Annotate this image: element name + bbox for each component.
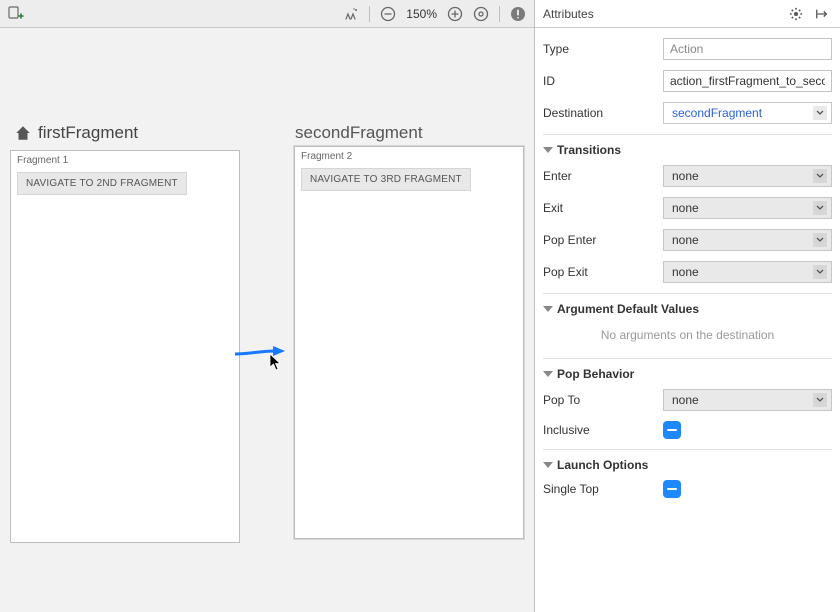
zoom-level-text: 150% — [404, 7, 439, 21]
canvas-toolbar: 150% — [0, 0, 534, 28]
zoom-out-button[interactable] — [378, 4, 398, 24]
errors-button[interactable] — [508, 4, 528, 24]
singletop-label: Single Top — [543, 482, 663, 496]
pop-exit-value: none — [672, 265, 699, 279]
pop-enter-value: none — [672, 233, 699, 247]
popto-value: none — [672, 393, 699, 407]
chevron-down-icon — [813, 265, 827, 279]
zoom-fit-button[interactable] — [471, 4, 491, 24]
type-field — [663, 38, 832, 60]
pop-enter-label: Pop Enter — [543, 233, 663, 247]
add-destination-button[interactable] — [6, 4, 26, 24]
action-arrow[interactable] — [235, 344, 295, 364]
transitions-section[interactable]: Transitions — [543, 143, 832, 157]
fragment-node-second[interactable]: Fragment 2 NAVIGATE TO 3RD FRAGMENT — [294, 146, 524, 539]
exit-dropdown[interactable]: none — [663, 197, 832, 219]
chevron-down-icon — [813, 201, 827, 215]
fragment-node-first[interactable]: Fragment 1 NAVIGATE TO 2ND FRAGMENT — [10, 150, 240, 543]
settings-icon[interactable] — [786, 4, 806, 24]
launch-head-text: Launch Options — [557, 458, 648, 472]
popbeh-section[interactable]: Pop Behavior — [543, 367, 832, 381]
exit-label: Exit — [543, 201, 663, 215]
second-fragment-title-text: secondFragment — [295, 123, 423, 143]
attributes-panel: Attributes Type ID Destination — [535, 0, 840, 612]
home-icon — [14, 124, 32, 142]
enter-dropdown[interactable]: none — [663, 165, 832, 187]
no-arguments-text: No arguments on the destination — [543, 324, 832, 348]
triangle-down-icon — [543, 147, 553, 153]
triangle-down-icon — [543, 306, 553, 312]
nav-editor-canvas[interactable]: 150% firstFragment s — [0, 0, 535, 612]
first-fragment-title-text: firstFragment — [38, 123, 138, 143]
launch-section[interactable]: Launch Options — [543, 458, 832, 472]
chevron-down-icon — [813, 233, 827, 247]
type-label: Type — [543, 42, 663, 56]
id-field[interactable] — [663, 70, 832, 92]
cursor-icon — [269, 353, 283, 371]
argdef-section[interactable]: Argument Default Values — [543, 302, 832, 316]
chevron-down-icon — [813, 393, 827, 407]
design-surface[interactable]: firstFragment secondFragment Fragment 1 … — [0, 28, 534, 612]
transitions-head-text: Transitions — [557, 143, 621, 157]
argdef-head-text: Argument Default Values — [557, 302, 699, 316]
popto-dropdown[interactable]: none — [663, 389, 832, 411]
minimize-panel-button[interactable] — [812, 4, 832, 24]
destination-dropdown[interactable]: secondFragment — [663, 102, 832, 124]
chevron-down-icon — [813, 169, 827, 183]
exit-value: none — [672, 201, 699, 215]
popbeh-head-text: Pop Behavior — [557, 367, 634, 381]
pop-enter-dropdown[interactable]: none — [663, 229, 832, 251]
navigate-button-first[interactable]: NAVIGATE TO 2ND FRAGMENT — [17, 172, 187, 195]
enter-value: none — [672, 169, 699, 183]
fragment-inner-label: Fragment 2 — [295, 147, 523, 168]
destination-value: secondFragment — [672, 106, 762, 120]
triangle-down-icon — [543, 462, 553, 468]
attributes-header: Attributes — [535, 0, 840, 28]
attributes-title: Attributes — [543, 7, 594, 21]
popto-label: Pop To — [543, 393, 663, 407]
inclusive-checkbox[interactable] — [663, 421, 681, 439]
enter-label: Enter — [543, 169, 663, 183]
fragment-title-first: firstFragment — [14, 123, 138, 143]
destination-label: Destination — [543, 106, 663, 120]
pop-exit-label: Pop Exit — [543, 265, 663, 279]
id-label: ID — [543, 74, 663, 88]
auto-arrange-button[interactable] — [341, 4, 361, 24]
navigate-button-second[interactable]: NAVIGATE TO 3RD FRAGMENT — [301, 168, 471, 191]
triangle-down-icon — [543, 371, 553, 377]
singletop-checkbox[interactable] — [663, 480, 681, 498]
zoom-in-button[interactable] — [445, 4, 465, 24]
chevron-down-icon — [813, 106, 827, 120]
inclusive-label: Inclusive — [543, 423, 663, 437]
fragment-inner-label: Fragment 1 — [11, 151, 239, 172]
pop-exit-dropdown[interactable]: none — [663, 261, 832, 283]
fragment-title-second: secondFragment — [295, 123, 423, 143]
